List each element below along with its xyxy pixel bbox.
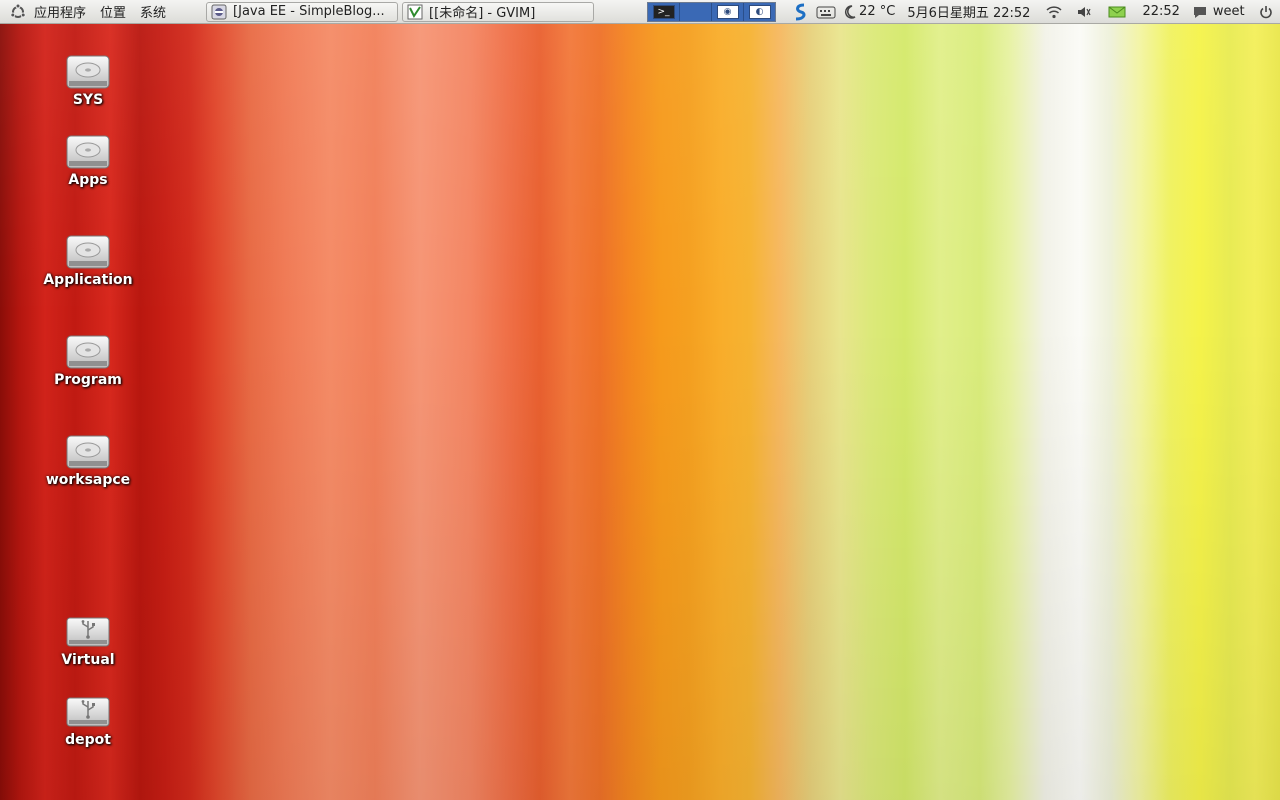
- desktop-icon-sys[interactable]: SYS: [43, 55, 133, 108]
- weather-temperature[interactable]: 22 °C: [859, 4, 895, 19]
- desktop-icon-apps[interactable]: Apps: [43, 135, 133, 188]
- workspace-1[interactable]: >_: [648, 2, 681, 21]
- clock-date[interactable]: 5月6日星期五 22:52: [907, 2, 1030, 21]
- power-icon[interactable]: [1259, 5, 1273, 19]
- taskbar-button-eclipse[interactable]: [Java EE - SimpleBlog...: [206, 1, 399, 22]
- qq-mini-icon: ◐: [748, 4, 771, 19]
- top-panel: 应用程序 位置 系统 [Java EE - SimpleBlog... [[未命…: [0, 0, 1280, 24]
- desktop-icon-worksapce[interactable]: worksapce: [43, 435, 133, 488]
- chrome-mini-icon: ◉: [716, 4, 739, 19]
- taskbar-button-gvim[interactable]: [[未命名] - GVIM]: [402, 1, 595, 22]
- chat-bubble-icon[interactable]: [1192, 4, 1208, 20]
- menu-places[interactable]: 位置: [100, 2, 126, 21]
- usb-drive-icon: [66, 615, 110, 649]
- desktop-icon-label: Program: [54, 372, 122, 388]
- clock-time[interactable]: 22:52: [1142, 4, 1179, 19]
- user-name[interactable]: weet: [1213, 4, 1245, 19]
- workspace-3[interactable]: ◉: [712, 2, 745, 21]
- desktop-icon-application[interactable]: Application: [43, 235, 133, 288]
- workspace-4[interactable]: ◐: [744, 2, 776, 21]
- system-tray: 22 °C 5月6日星期五 22:52 22:52 weet: [792, 2, 1273, 21]
- drive-icon: [66, 335, 110, 369]
- menu-system[interactable]: 系统: [140, 2, 166, 21]
- desktop-icon-label: Application: [43, 272, 133, 288]
- desktop-icon-label: Virtual: [61, 652, 115, 668]
- weather-night-icon: [844, 4, 856, 19]
- desktop-wallpaper: [0, 0, 1280, 800]
- desktop-icon-depot[interactable]: depot: [43, 695, 133, 748]
- taskbar-label: [Java EE - SimpleBlog...: [233, 4, 385, 19]
- terminal-mini-icon: >_: [652, 4, 675, 19]
- workspace-switcher[interactable]: >_ ◉ ◐: [647, 1, 777, 22]
- workspace-2[interactable]: [680, 2, 713, 21]
- taskbar-label: [[未命名] - GVIM]: [429, 6, 536, 21]
- menu-applications[interactable]: 应用程序: [34, 2, 86, 21]
- desktop-icon-label: worksapce: [45, 472, 131, 488]
- desktop-icon-label: Apps: [68, 172, 108, 188]
- keyboard-icon[interactable]: [816, 4, 836, 20]
- ubuntu-logo-icon[interactable]: [10, 3, 26, 20]
- volume-icon[interactable]: [1076, 5, 1092, 19]
- gvim-icon: [407, 4, 423, 20]
- wifi-icon[interactable]: [1046, 5, 1062, 19]
- drive-icon: [66, 235, 110, 269]
- desktop-icon-program[interactable]: Program: [43, 335, 133, 388]
- mail-icon[interactable]: [1108, 5, 1126, 19]
- desktop-icon-label: SYS: [72, 92, 104, 108]
- desktop-icon-virtual[interactable]: Virtual: [43, 615, 133, 668]
- drive-icon: [66, 135, 110, 169]
- eclipse-icon: [211, 4, 227, 20]
- drive-icon: [66, 55, 110, 89]
- desktop-icon-label: depot: [65, 732, 111, 748]
- usb-drive-icon: [66, 695, 110, 729]
- input-method-icon[interactable]: [792, 3, 808, 21]
- drive-icon: [66, 435, 110, 469]
